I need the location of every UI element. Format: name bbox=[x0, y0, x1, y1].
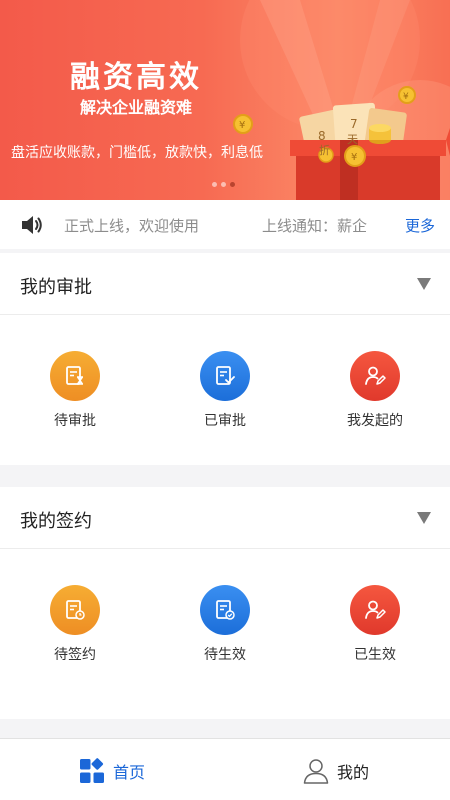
speaker-icon bbox=[22, 216, 42, 234]
carousel-dot[interactable] bbox=[212, 182, 217, 187]
item-label: 已审批 bbox=[204, 413, 246, 429]
notice-text[interactable]: 上线通知：薪企 bbox=[262, 215, 392, 236]
svg-text:8: 8 bbox=[318, 129, 326, 143]
pending-approval-item[interactable]: 待审批 bbox=[15, 351, 135, 430]
svg-text:7: 7 bbox=[350, 117, 358, 131]
document-clock-icon bbox=[50, 585, 100, 635]
sign-section: 我的签约 待签约 待生效 已生效 bbox=[0, 487, 450, 719]
approval-section-header[interactable]: 我的审批 bbox=[0, 253, 450, 315]
item-label: 待签约 bbox=[54, 647, 96, 663]
svg-text:¥: ¥ bbox=[239, 120, 245, 131]
item-label: 待审批 bbox=[54, 413, 96, 429]
banner-description: 盘活应收账款，门槛低，放款快，利息低 bbox=[11, 145, 263, 161]
carousel-dot-active[interactable] bbox=[230, 182, 235, 187]
user-edit-icon bbox=[350, 351, 400, 401]
approved-document-icon bbox=[200, 351, 250, 401]
more-link[interactable]: 更多 bbox=[405, 215, 435, 236]
user-outline-icon bbox=[303, 759, 329, 784]
nav-mine[interactable]: 我的 bbox=[303, 757, 369, 785]
gift-box-image bbox=[296, 150, 440, 200]
carousel-dot[interactable] bbox=[221, 182, 226, 187]
banner-illustration: 8 折 7 天 ¥ ¥ ¥ bbox=[233, 0, 450, 200]
promo-banner[interactable]: 8 折 7 天 ¥ ¥ ¥ 融资高效 解决企业融资难 盘活应收账款，门槛低，放款… bbox=[0, 0, 450, 200]
triangle-down-icon[interactable] bbox=[416, 277, 432, 291]
carousel-indicator bbox=[212, 182, 235, 187]
grid-icon bbox=[80, 758, 104, 783]
document-check-icon bbox=[200, 585, 250, 635]
notice-text[interactable]: 正式上线，欢迎使用 bbox=[64, 215, 199, 236]
nav-home[interactable]: 首页 bbox=[79, 757, 145, 785]
section-title: 我的签约 bbox=[20, 511, 92, 532]
notice-bar[interactable]: 正式上线，欢迎使用 上线通知：薪企 更多 bbox=[0, 200, 450, 249]
svg-text:天: 天 bbox=[347, 133, 358, 146]
effective-item[interactable]: 已生效 bbox=[315, 585, 435, 664]
banner-subtitle: 解决企业融资难 bbox=[80, 98, 193, 117]
banner-title: 融资高效 bbox=[70, 60, 202, 95]
initiated-by-me-item[interactable]: 我发起的 bbox=[315, 351, 435, 430]
bottom-navigation: 首页 我的 bbox=[0, 738, 450, 800]
triangle-down-icon[interactable] bbox=[416, 511, 432, 525]
pending-document-icon bbox=[50, 351, 100, 401]
sign-section-header[interactable]: 我的签约 bbox=[0, 487, 450, 549]
section-title: 我的审批 bbox=[20, 277, 92, 298]
svg-text:¥: ¥ bbox=[351, 152, 357, 163]
item-label: 已生效 bbox=[354, 647, 396, 663]
approved-item[interactable]: 已审批 bbox=[165, 351, 285, 430]
item-label: 我发起的 bbox=[347, 413, 403, 429]
user-edit-icon bbox=[350, 585, 400, 635]
svg-text:折: 折 bbox=[319, 143, 330, 157]
nav-home-label: 首页 bbox=[113, 763, 146, 782]
pending-sign-item[interactable]: 待签约 bbox=[15, 585, 135, 664]
item-label: 待生效 bbox=[204, 647, 246, 663]
nav-mine-label: 我的 bbox=[337, 763, 370, 782]
approval-section: 我的审批 待审批 已审批 我发起的 bbox=[0, 253, 450, 465]
pending-effect-item[interactable]: 待生效 bbox=[165, 585, 285, 664]
svg-text:¥: ¥ bbox=[403, 92, 409, 102]
